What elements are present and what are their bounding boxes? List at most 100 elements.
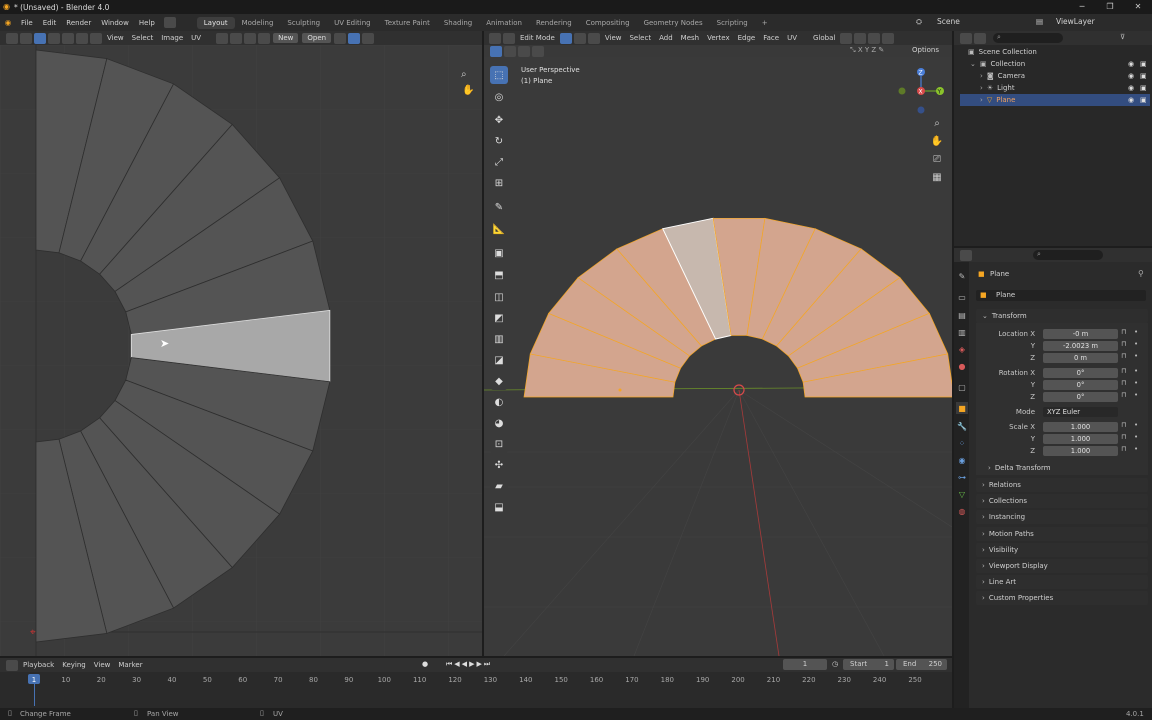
tab-geometry-nodes[interactable]: Geometry Nodes [637, 17, 710, 29]
outliner-scene-collection[interactable]: ▣ Scene Collection [960, 46, 1150, 58]
location-y-field[interactable]: -2.0023 m [1043, 341, 1118, 351]
menu-mesh[interactable]: Mesh [677, 34, 703, 42]
face-select-icon[interactable] [62, 32, 74, 44]
timeline-tick[interactable]: 120 [448, 676, 461, 684]
object-tab-icon[interactable]: ■ [956, 402, 968, 414]
lock-icon[interactable]: ⊓ [1121, 391, 1126, 399]
keyframe-dot-icon[interactable]: • [1134, 328, 1138, 336]
rotation-y-field[interactable]: 0° [1043, 380, 1118, 390]
timeline-tick[interactable]: 250 [908, 676, 921, 684]
chevron-icon[interactable]: › [980, 96, 983, 104]
visibility-eye-icon[interactable]: ◉ [1128, 96, 1134, 104]
menu-edit[interactable]: Edit [38, 19, 62, 27]
select-subtract-icon[interactable] [518, 45, 530, 57]
knife-tool-icon[interactable]: ◪ [490, 351, 508, 369]
menu-face[interactable]: Face [759, 34, 783, 42]
timeline-tick[interactable]: 80 [309, 676, 318, 684]
tab-compositing[interactable]: Compositing [579, 17, 637, 29]
outliner-item-plane[interactable]: › ▽ Plane ◉ ▣ [960, 94, 1150, 106]
lock-icon[interactable]: ⊓ [1121, 445, 1126, 453]
overlay-icon[interactable] [362, 32, 375, 44]
outliner-item-light[interactable]: › ☀ Light ◉ ▣ [960, 82, 1150, 94]
menu-edge[interactable]: Edge [734, 34, 760, 42]
add-cube-tool-icon[interactable]: ▣ [490, 244, 508, 262]
gizmo-neg-z-icon[interactable] [917, 106, 925, 114]
render-tab-icon[interactable]: ▭ [956, 291, 968, 303]
tab-rendering[interactable]: Rendering [529, 17, 579, 29]
proportional-icon[interactable] [244, 32, 257, 44]
tab-shading[interactable]: Shading [437, 17, 479, 29]
chevron-icon[interactable]: › [980, 72, 983, 80]
visibility-eye-icon[interactable]: ◉ [1128, 60, 1134, 68]
menu-view[interactable]: View [90, 661, 115, 669]
edge-select-icon[interactable] [48, 32, 60, 44]
world-tab-icon[interactable]: ● [956, 360, 968, 372]
playhead-line[interactable] [34, 684, 35, 706]
timeline-tick[interactable]: 1 [32, 676, 36, 684]
editor-type-icon[interactable] [6, 659, 18, 671]
outliner-search-input[interactable]: ⌕ [993, 33, 1063, 43]
bevel-tool-icon[interactable]: ◩ [490, 309, 508, 327]
rotation-mode-select[interactable]: XYZ Euler [1043, 407, 1118, 417]
panel-custom-properties[interactable]: › Custom Properties [976, 591, 1148, 606]
gizmo-icon[interactable] [348, 32, 361, 44]
timeline-tick[interactable]: 50 [203, 676, 212, 684]
panel-collections[interactable]: › Collections [976, 494, 1148, 509]
spin-tool-icon[interactable]: ◐ [490, 393, 508, 411]
clock-icon[interactable]: ◷ [832, 660, 838, 668]
location-x-field[interactable]: -0 m [1043, 329, 1118, 339]
timeline-tick[interactable]: 240 [873, 676, 886, 684]
select-invert-icon[interactable] [532, 45, 544, 57]
timeline-tick[interactable]: 30 [132, 676, 141, 684]
loop-cut-tool-icon[interactable]: ▥ [490, 330, 508, 348]
move-tool-icon[interactable]: ✥ [490, 111, 508, 129]
menu-file[interactable]: File [16, 19, 38, 27]
scene-name[interactable]: Scene [937, 17, 960, 26]
panel-viewport-display[interactable]: › Viewport Display [976, 559, 1148, 573]
pin-icon[interactable] [334, 32, 347, 44]
visibility-eye-icon[interactable]: ◉ [1128, 84, 1134, 92]
proportional-icon[interactable] [868, 32, 881, 44]
render-visibility-icon[interactable]: ▣ [1140, 72, 1147, 80]
editor-type-icon[interactable] [163, 17, 176, 28]
panel-line-art[interactable]: › Line Art [976, 575, 1148, 590]
tab-uv-editing[interactable]: UV Editing [327, 17, 378, 29]
rip-tool-icon[interactable]: ⬓ [490, 498, 508, 516]
timeline-tick[interactable]: 140 [519, 676, 532, 684]
timeline-tick[interactable]: 200 [731, 676, 744, 684]
lock-icon[interactable]: ⊓ [1121, 379, 1126, 387]
chevron-icon[interactable]: › [980, 84, 983, 92]
collection-tab-icon[interactable]: ▢ [956, 381, 968, 393]
material-tab-icon[interactable]: ◍ [956, 505, 968, 517]
menu-keying[interactable]: Keying [58, 661, 90, 669]
shear-tool-icon[interactable]: ▰ [490, 477, 508, 495]
end-frame-field[interactable]: End 250 [896, 659, 947, 670]
menu-marker[interactable]: Marker [114, 661, 146, 669]
select-box-tool-icon[interactable]: ⬚ [490, 66, 508, 84]
render-visibility-icon[interactable]: ▣ [1140, 96, 1147, 104]
render-visibility-icon[interactable]: ▣ [1140, 60, 1147, 68]
pan-hand-icon[interactable]: ✋ [462, 83, 474, 96]
maximize-icon[interactable]: ❐ [1096, 0, 1124, 14]
editor-type-icon[interactable] [489, 32, 501, 44]
tab-layout[interactable]: Layout [196, 16, 235, 29]
measure-tool-icon[interactable]: 📐 [490, 220, 508, 238]
pin-icon[interactable]: ⚲ [1138, 269, 1144, 278]
editor-type-icon[interactable] [6, 32, 18, 44]
object-name-field[interactable]: ■ Plane [976, 290, 1146, 301]
display-mode-icon[interactable] [974, 32, 986, 44]
extrude-tool-icon[interactable]: ⬒ [490, 266, 508, 284]
timeline-tick[interactable]: 160 [590, 676, 603, 684]
uv-editor[interactable]: View Select Image UV New Open ⌖ ➤ ⌕ ✋ [0, 31, 482, 656]
edge-slide-tool-icon[interactable]: ⊡ [490, 435, 508, 453]
panel-motion-paths[interactable]: › Motion Paths [976, 526, 1148, 541]
timeline-tick[interactable]: 150 [554, 676, 567, 684]
outliner-item-camera[interactable]: › ◙ Camera ◉ ▣ [960, 70, 1150, 82]
panel-visibility[interactable]: › Visibility [976, 542, 1148, 557]
location-z-field[interactable]: 0 m [1043, 353, 1118, 363]
tab-sculpting[interactable]: Sculpting [280, 17, 327, 29]
render-visibility-icon[interactable]: ▣ [1140, 84, 1147, 92]
viewlayer-name[interactable]: ViewLayer [1056, 17, 1095, 26]
overlays-icon[interactable] [882, 32, 895, 44]
open-image-button[interactable]: Open [302, 33, 332, 43]
